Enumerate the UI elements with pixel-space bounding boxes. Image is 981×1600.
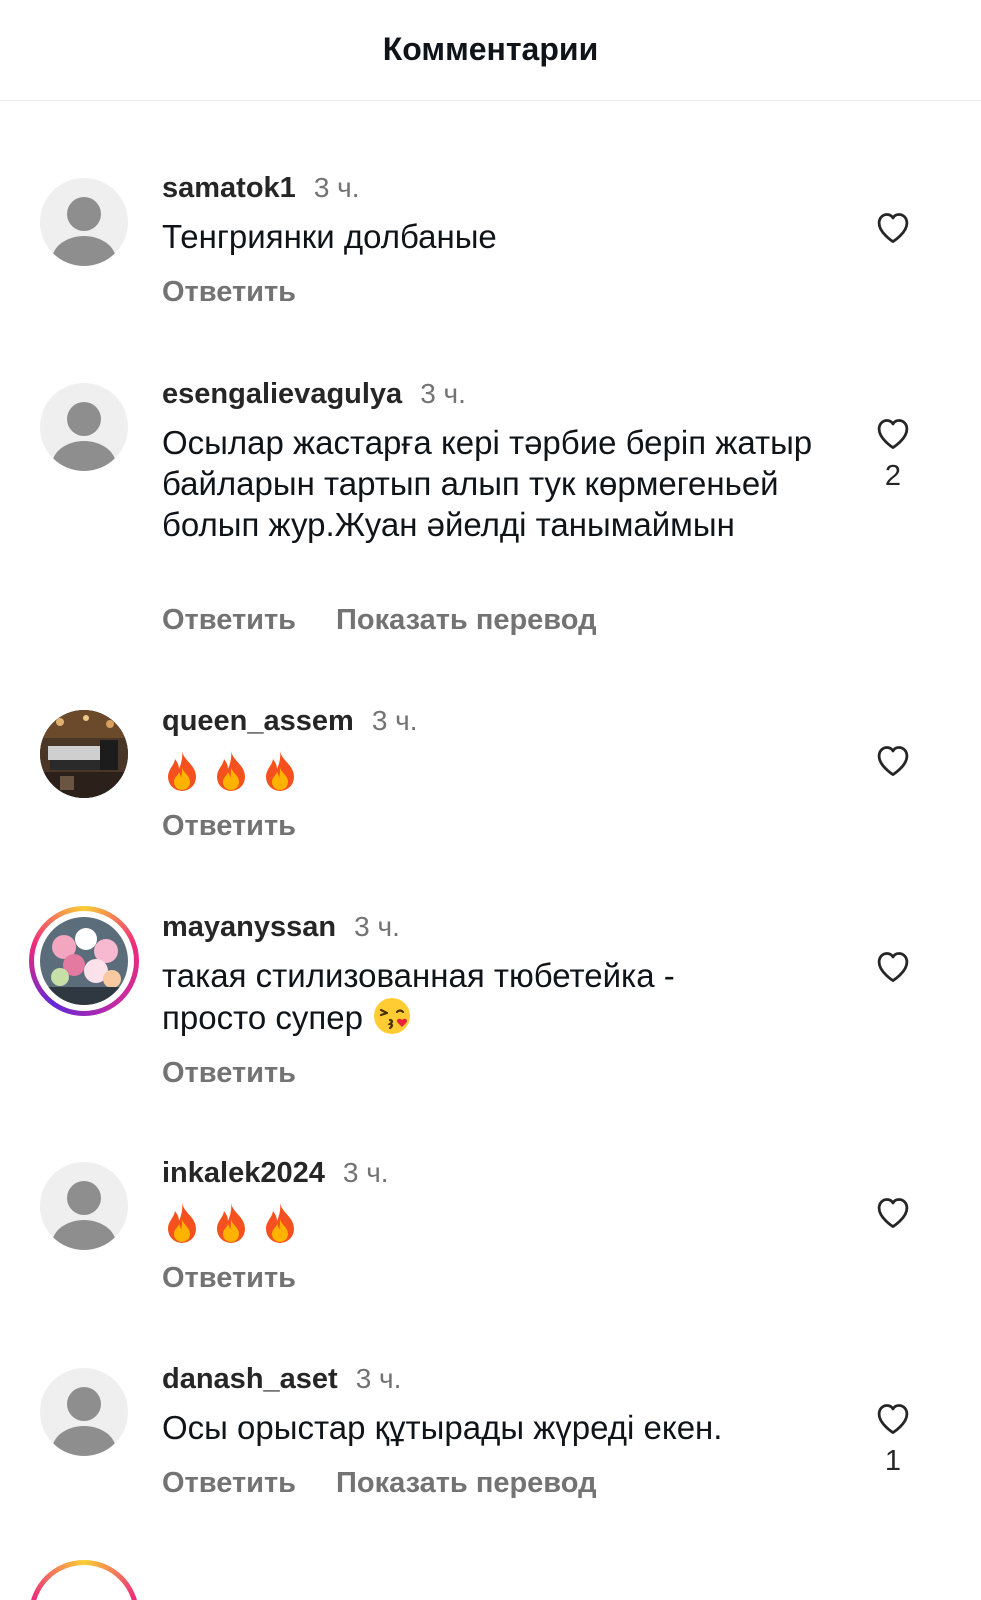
comment-username[interactable]: queen_assem: [162, 705, 354, 738]
comment-time: 3 ч.: [342, 1157, 389, 1188]
reply-button[interactable]: Ответить: [162, 1467, 296, 1500]
comment-time: 3 ч.: [420, 378, 466, 409]
story-ring-avatar[interactable]: [29, 906, 139, 1016]
fire-icon: [260, 1201, 300, 1252]
like-button[interactable]: 2: [868, 414, 918, 493]
comment-username[interactable]: inkalek2024: [162, 1157, 325, 1190]
comment-actions: Ответить Показать перевод: [162, 1467, 637, 1500]
comment-meta: inkalek2024 3 ч.: [162, 1157, 389, 1197]
comment-time: 3 ч.: [354, 911, 400, 942]
comment-actions: Ответить: [162, 1057, 336, 1090]
reply-button[interactable]: Ответить: [162, 810, 296, 843]
reply-button[interactable]: Ответить: [162, 1262, 296, 1295]
heart-icon: [877, 1198, 909, 1228]
heart-icon: [877, 419, 909, 449]
reply-button[interactable]: Ответить: [162, 1057, 296, 1090]
comment-actions: Ответить: [162, 1262, 336, 1295]
comment-text: Тенгриянки долбаные: [162, 218, 497, 255]
default-avatar-icon[interactable]: [40, 178, 128, 266]
default-avatar-icon[interactable]: [40, 383, 128, 471]
heart-icon: [877, 1404, 909, 1434]
default-avatar-icon[interactable]: [40, 1162, 128, 1250]
photo-avatar[interactable]: [40, 710, 128, 798]
fire-icon: [211, 1201, 251, 1252]
comment-text: Осылар жастарға кері тәрбие беріп жатыр …: [162, 424, 813, 543]
like-button[interactable]: 1: [868, 1399, 918, 1478]
fire-icon: [211, 749, 251, 800]
comment-meta: danash_aset 3 ч.: [162, 1363, 401, 1403]
reply-button[interactable]: Ответить: [162, 604, 296, 637]
comments-sheet: Комментарии samatok1 3 ч. Тенгриянки дол…: [0, 0, 981, 1600]
comment-username[interactable]: esengalievagulya: [162, 378, 402, 411]
like-count: 2: [884, 460, 902, 492]
fire-icon: [162, 749, 202, 800]
page-title: Комментарии: [382, 30, 599, 67]
comment-time: 3 ч.: [313, 172, 360, 203]
show-translation-button[interactable]: Показать перевод: [336, 1467, 596, 1500]
avatar-ring-gap: [34, 1565, 134, 1600]
photo-avatar: [40, 917, 128, 1005]
reply-button[interactable]: Ответить: [162, 276, 296, 309]
comment-meta: samatok1 3 ч.: [162, 172, 360, 212]
comment-username[interactable]: samatok1: [162, 172, 296, 205]
fire-icon: [162, 1201, 202, 1252]
comment-username[interactable]: mayanyssan: [162, 911, 336, 944]
fire-icon: [260, 749, 300, 800]
heart-icon: [877, 746, 909, 776]
comment-meta: mayanyssan 3 ч.: [162, 911, 400, 951]
comment-text: такая стилизованная тюбетейка - просто с…: [162, 955, 762, 1045]
heart-icon: [877, 952, 909, 982]
like-count: 1: [884, 1445, 902, 1477]
comment-meta: queen_assem 3 ч.: [162, 705, 418, 745]
heart-icon: [877, 213, 909, 243]
comment-meta: esengalievagulya 3 ч.: [162, 378, 466, 418]
kissing-face-icon: [372, 996, 412, 1045]
like-button[interactable]: [868, 208, 918, 244]
comment-actions: Ответить Показать перевод: [162, 604, 637, 637]
comment-text: [162, 1201, 822, 1252]
comment-username[interactable]: danash_aset: [162, 1363, 338, 1396]
comments-header: Комментарии: [0, 0, 981, 101]
comment-time: 3 ч.: [371, 705, 418, 736]
default-avatar-icon[interactable]: [40, 1368, 128, 1456]
comment-text: [162, 749, 822, 800]
like-button[interactable]: [868, 1193, 918, 1229]
comment-text: Осы орыстар құтырады жүреді екен.: [162, 1409, 723, 1446]
show-translation-button[interactable]: Показать перевод: [336, 604, 596, 637]
story-ring-avatar[interactable]: [29, 1560, 139, 1600]
comment-actions: Ответить: [162, 276, 336, 309]
comment-actions: Ответить: [162, 810, 336, 843]
like-button[interactable]: [868, 741, 918, 777]
comment-text-body: такая стилизованная тюбетейка - просто с…: [162, 957, 675, 1037]
comment-time: 3 ч.: [355, 1363, 402, 1394]
like-button[interactable]: [868, 947, 918, 983]
